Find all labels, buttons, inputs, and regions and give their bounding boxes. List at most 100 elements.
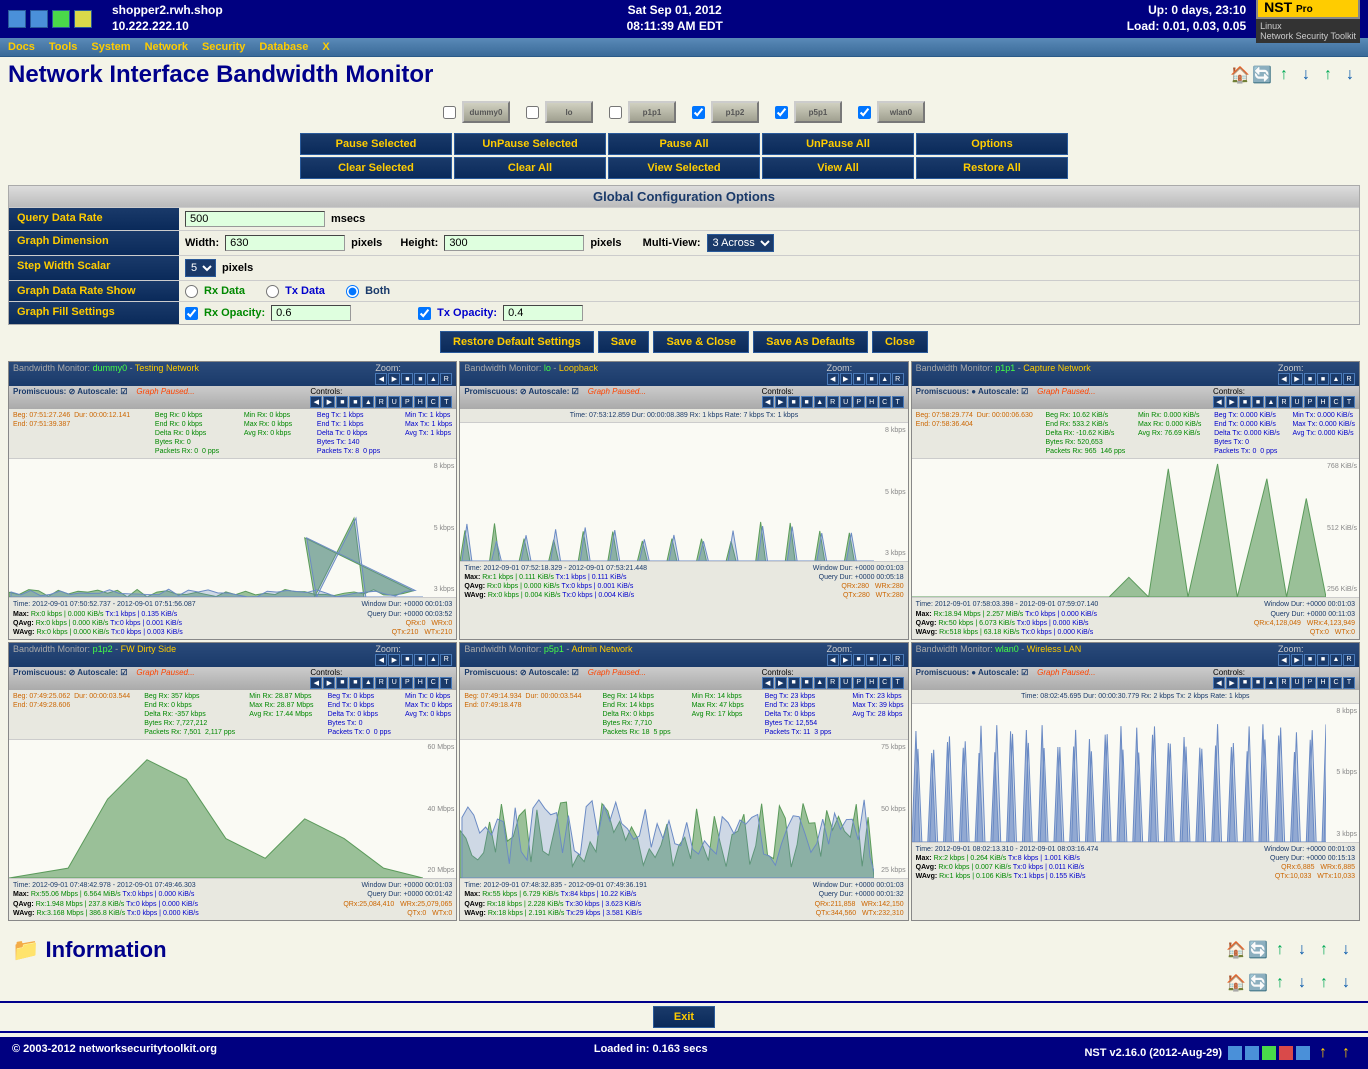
zoom-icon[interactable]: ▲ <box>427 654 439 666</box>
iface-check-dummy0[interactable] <box>443 106 456 119</box>
zoom-icon[interactable]: ■ <box>866 654 878 666</box>
zoom-icon[interactable]: R <box>1343 373 1355 385</box>
close-button[interactable]: Close <box>872 331 928 353</box>
pause-all-button[interactable]: Pause All <box>608 133 760 155</box>
up-arrow-icon[interactable]: ↑ <box>1270 973 1290 993</box>
rx-radio[interactable] <box>185 285 198 298</box>
topbar-icon[interactable] <box>8 10 26 28</box>
graph-ctrl-icon[interactable]: ◀ <box>310 396 322 408</box>
graph-ctrl-icon[interactable]: ◀ <box>762 396 774 408</box>
graph-canvas[interactable]: 8 kbps5 kbps3 kbps <box>912 703 1359 843</box>
unpause-selected-button[interactable]: UnPause Selected <box>454 133 606 155</box>
home-icon[interactable]: 🏠 <box>1230 65 1250 85</box>
graph-ctrl-icon[interactable]: T <box>1343 677 1355 689</box>
tx-opacity-input[interactable] <box>503 305 583 321</box>
zoom-icon[interactable]: R <box>892 654 904 666</box>
graph-ctrl-icon[interactable]: R <box>1278 396 1290 408</box>
graph-ctrl-icon[interactable]: U <box>388 396 400 408</box>
restore-default-settings-button[interactable]: Restore Default Settings <box>440 331 594 353</box>
graph-ctrl-icon[interactable]: C <box>427 396 439 408</box>
graph-ctrl-icon[interactable]: ▲ <box>1265 396 1277 408</box>
graph-ctrl-icon[interactable]: ◀ <box>1213 677 1225 689</box>
zoom-icon[interactable]: ◀ <box>1278 654 1290 666</box>
graph-ctrl-icon[interactable]: U <box>1291 396 1303 408</box>
zoom-icon[interactable]: ■ <box>853 654 865 666</box>
graph-ctrl-icon[interactable]: ▶ <box>1226 396 1238 408</box>
exit-button[interactable]: Exit <box>653 1006 715 1028</box>
graph-ctrl-icon[interactable]: R <box>375 677 387 689</box>
topbar-icon[interactable] <box>30 10 48 28</box>
footer-icon[interactable] <box>1228 1046 1242 1060</box>
width-input[interactable] <box>225 235 345 251</box>
graph-ctrl-icon[interactable]: T <box>440 396 452 408</box>
menu-system[interactable]: System <box>91 41 130 53</box>
graph-ctrl-icon[interactable]: C <box>879 677 891 689</box>
restore-all-button[interactable]: Restore All <box>916 157 1068 179</box>
graph-ctrl-icon[interactable]: U <box>388 677 400 689</box>
up-arrow-icon[interactable]: ↑ <box>1274 65 1294 85</box>
zoom-icon[interactable]: ▶ <box>388 654 400 666</box>
zoom-icon[interactable]: ■ <box>414 654 426 666</box>
zoom-icon[interactable]: ■ <box>1317 654 1329 666</box>
zoom-icon[interactable]: R <box>892 373 904 385</box>
graph-ctrl-icon[interactable]: ▲ <box>814 396 826 408</box>
graph-ctrl-icon[interactable]: ▶ <box>775 396 787 408</box>
zoom-icon[interactable]: ▲ <box>1330 654 1342 666</box>
iface-thumb-dummy0[interactable]: dummy0 <box>462 101 510 123</box>
zoom-icon[interactable]: ◀ <box>827 373 839 385</box>
graph-ctrl-icon[interactable]: P <box>1304 677 1316 689</box>
graph-ctrl-icon[interactable]: ■ <box>349 396 361 408</box>
zoom-icon[interactable]: ◀ <box>827 654 839 666</box>
graph-ctrl-icon[interactable]: P <box>401 396 413 408</box>
graph-ctrl-icon[interactable]: U <box>840 396 852 408</box>
graph-ctrl-icon[interactable]: T <box>440 677 452 689</box>
stepwidth-select[interactable]: 5 <box>185 259 216 277</box>
save-button[interactable]: Save <box>598 331 650 353</box>
clear-selected-button[interactable]: Clear Selected <box>300 157 452 179</box>
menu-tools[interactable]: Tools <box>49 41 78 53</box>
footer-icon[interactable] <box>1262 1046 1276 1060</box>
refresh-icon[interactable]: 🔄 <box>1248 940 1268 960</box>
save-close-button[interactable]: Save & Close <box>653 331 749 353</box>
zoom-icon[interactable]: ◀ <box>375 373 387 385</box>
iface-thumb-wlan0[interactable]: wlan0 <box>877 101 925 123</box>
graph-ctrl-icon[interactable]: H <box>1317 677 1329 689</box>
graph-ctrl-icon[interactable]: R <box>1278 677 1290 689</box>
rx-opacity-check[interactable] <box>185 307 198 320</box>
multiview-select[interactable]: 3 Across <box>707 234 774 252</box>
down-arrow-icon[interactable]: ↓ <box>1292 973 1312 993</box>
graph-canvas[interactable]: 8 kbps5 kbps3 kbps <box>460 422 907 562</box>
down-arrow-icon[interactable]: ↓ <box>1336 940 1356 960</box>
zoom-icon[interactable]: ▲ <box>879 654 891 666</box>
footer-icon[interactable] <box>1296 1046 1310 1060</box>
zoom-icon[interactable]: ■ <box>414 373 426 385</box>
iface-thumb-lo[interactable]: lo <box>545 101 593 123</box>
home-icon[interactable]: 🏠 <box>1226 940 1246 960</box>
refresh-icon[interactable]: 🔄 <box>1252 65 1272 85</box>
graph-ctrl-icon[interactable]: ▶ <box>775 677 787 689</box>
zoom-icon[interactable]: ■ <box>401 654 413 666</box>
topbar-icon[interactable] <box>52 10 70 28</box>
up-arrow-icon[interactable]: ↑ <box>1270 940 1290 960</box>
down-arrow-icon[interactable]: ↓ <box>1292 940 1312 960</box>
iface-check-lo[interactable] <box>526 106 539 119</box>
zoom-icon[interactable]: R <box>440 373 452 385</box>
graph-ctrl-icon[interactable]: R <box>375 396 387 408</box>
both-radio[interactable] <box>346 285 359 298</box>
graph-ctrl-icon[interactable]: H <box>866 396 878 408</box>
up-arrow-icon[interactable]: ↑ <box>1313 1043 1333 1063</box>
graph-ctrl-icon[interactable]: ■ <box>1239 677 1251 689</box>
graph-ctrl-icon[interactable]: T <box>1343 396 1355 408</box>
graph-ctrl-icon[interactable]: H <box>866 677 878 689</box>
graph-ctrl-icon[interactable]: P <box>1304 396 1316 408</box>
zoom-icon[interactable]: ▶ <box>1291 373 1303 385</box>
graph-ctrl-icon[interactable]: H <box>1317 396 1329 408</box>
zoom-icon[interactable]: ■ <box>1317 373 1329 385</box>
down-arrow-icon[interactable]: ↓ <box>1336 973 1356 993</box>
zoom-icon[interactable]: ◀ <box>1278 373 1290 385</box>
graph-canvas[interactable]: 75 kbps50 kbps25 kbps <box>460 739 907 879</box>
graph-canvas[interactable]: 768 KiB/s512 KiB/s256 KiB/s <box>912 458 1359 598</box>
graph-ctrl-icon[interactable]: U <box>840 677 852 689</box>
graph-ctrl-icon[interactable]: ▶ <box>323 396 335 408</box>
query-rate-input[interactable] <box>185 211 325 227</box>
